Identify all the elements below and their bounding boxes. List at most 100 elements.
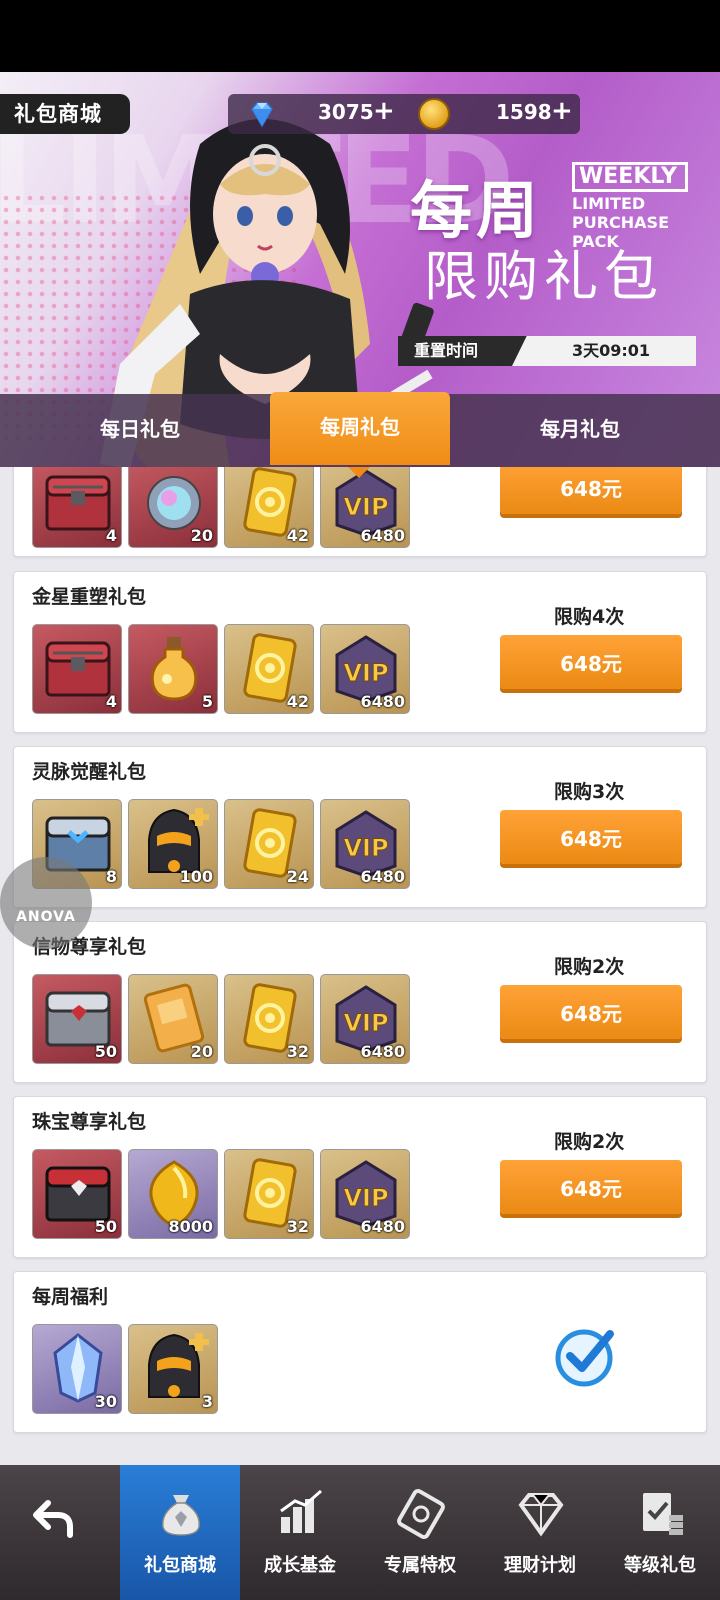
- reward-item[interactable]: 42: [224, 467, 314, 548]
- checklist-icon: [643, 1493, 683, 1535]
- item-quantity: 42: [286, 692, 309, 711]
- reward-item[interactable]: 50: [32, 974, 122, 1064]
- svg-text:VIP: VIP: [343, 834, 388, 862]
- bar-chart-icon: [280, 1489, 322, 1533]
- purchase-limit: 限购4次: [554, 606, 625, 628]
- add-gems-button[interactable]: +: [373, 96, 395, 126]
- buy-button[interactable]: 648元: [500, 635, 682, 689]
- item-quantity: 42: [286, 526, 309, 545]
- diamond-outline-icon: [518, 1493, 564, 1537]
- purchase-limit: 限购2次: [554, 1131, 625, 1153]
- item-quantity: 6480: [360, 1042, 405, 1061]
- reward-item[interactable]: 4: [32, 467, 122, 548]
- package-title: 珠宝尊享礼包: [32, 1111, 147, 1133]
- reward-item[interactable]: 3: [128, 1324, 218, 1414]
- reset-time-label: 重置时间: [398, 336, 528, 366]
- reward-item[interactable]: 30: [32, 1324, 122, 1414]
- package-card: 信物尊享礼包 限购2次 648元 50 20 32 VIP 6480: [13, 921, 707, 1083]
- reward-item[interactable]: 20: [128, 467, 218, 548]
- svg-text:VIP: VIP: [343, 1184, 388, 1212]
- period-tabs: 每日礼包 每周礼包 每月礼包: [0, 392, 720, 467]
- reward-item[interactable]: 100: [128, 799, 218, 889]
- package-card: 每周福利 30 3: [13, 1271, 707, 1433]
- reward-item[interactable]: VIP 6480: [320, 624, 410, 714]
- add-coins-button[interactable]: +: [551, 96, 573, 126]
- tab-weekly[interactable]: 每周礼包: [270, 392, 450, 465]
- item-quantity: 50: [94, 1042, 117, 1061]
- red-chest-icon: [45, 475, 111, 531]
- banner-subtitle: 限购礼包: [424, 245, 664, 308]
- package-card: 金星重塑礼包 限购4次 648元 4 5 42 VIP 6480: [13, 571, 707, 733]
- reset-time-value: 3天09:01: [512, 336, 696, 366]
- money-bag-icon: [162, 1495, 200, 1536]
- active-tab-pointer: [348, 467, 370, 478]
- back-button[interactable]: [0, 1465, 110, 1600]
- reward-item[interactable]: VIP 6480: [320, 467, 410, 548]
- item-quantity: 6480: [360, 1217, 405, 1236]
- buy-button[interactable]: 648元: [500, 467, 682, 514]
- reward-item[interactable]: 24: [224, 799, 314, 889]
- reward-item[interactable]: 20: [128, 974, 218, 1064]
- item-quantity: 24: [286, 867, 309, 886]
- nav-finance-plan[interactable]: 理财计划: [480, 1465, 600, 1600]
- bottom-nav: 礼包商城 成长基金 专属特权 理财计划 等级礼包: [0, 1465, 720, 1600]
- item-quantity: 6480: [360, 526, 405, 545]
- reward-item[interactable]: 42: [224, 624, 314, 714]
- diamond-icon: [251, 102, 273, 128]
- item-quantity: 20: [190, 1042, 213, 1061]
- item-quantity: 8: [105, 867, 117, 886]
- package-list[interactable]: 648元 4 20 42 VIP 6480 金星重塑礼包 限购4次 648元 4 5 42 VIP 648…: [0, 467, 720, 1465]
- page-title: 礼包商城: [0, 94, 130, 134]
- reward-item[interactable]: 32: [224, 974, 314, 1064]
- coin-count: 1598: [496, 100, 552, 124]
- tab-daily[interactable]: 每日礼包: [50, 394, 230, 467]
- nav-label: 成长基金: [264, 1555, 336, 1576]
- reward-item[interactable]: 32: [224, 1149, 314, 1239]
- reward-item[interactable]: 8000: [128, 1149, 218, 1239]
- item-quantity: 8000: [168, 1217, 213, 1236]
- watermark-text: ANOVA: [16, 909, 76, 925]
- item-quantity: 4: [105, 526, 117, 545]
- package-card: 珠宝尊享礼包限购2次 648元 50 8000 32 VIP 6480: [13, 1096, 707, 1258]
- purchase-limit: 限购3次: [554, 781, 625, 803]
- item-quantity: 3: [201, 1392, 213, 1411]
- gift-shop-screen: LIMITED 礼包商城 3075: [0, 0, 720, 1600]
- reward-item[interactable]: 5: [128, 624, 218, 714]
- item-quantity: 5: [201, 692, 213, 711]
- nav-label: 理财计划: [504, 1555, 576, 1576]
- purchase-limit: 限购2次: [554, 956, 625, 978]
- item-quantity: 30: [94, 1392, 117, 1411]
- nav-privileges[interactable]: 专属特权: [360, 1465, 480, 1600]
- item-quantity: 100: [179, 867, 213, 886]
- svg-text:VIP: VIP: [343, 659, 388, 687]
- reward-item[interactable]: VIP 6480: [320, 799, 410, 889]
- potion-icon: [150, 637, 198, 701]
- nav-gift-shop[interactable]: 礼包商城: [120, 1465, 240, 1600]
- red-chest-icon: [45, 641, 111, 697]
- buy-button[interactable]: 648元: [500, 1160, 682, 1214]
- reward-item[interactable]: VIP 6480: [320, 974, 410, 1064]
- nav-label: 等级礼包: [624, 1555, 696, 1576]
- nav-growth-fund[interactable]: 成长基金: [240, 1465, 360, 1600]
- reward-item[interactable]: 4: [32, 624, 122, 714]
- item-quantity: 32: [286, 1042, 309, 1061]
- buy-button[interactable]: 648元: [500, 985, 682, 1039]
- svg-text:VIP: VIP: [343, 493, 388, 521]
- svg-text:VIP: VIP: [343, 1009, 388, 1037]
- armor-icon: [148, 1333, 209, 1398]
- weekly-label: WEEKLY: [572, 162, 688, 192]
- coin-icon: [418, 98, 450, 130]
- package-title: 每周福利: [32, 1286, 109, 1308]
- reward-item[interactable]: 50: [32, 1149, 122, 1239]
- nav-level-gifts[interactable]: 等级礼包: [600, 1465, 720, 1600]
- claimed-check-icon: [555, 1329, 614, 1387]
- currency-bar: 3075 + 1598 +: [228, 94, 580, 134]
- item-quantity: 6480: [360, 867, 405, 886]
- buy-button[interactable]: 648元: [500, 810, 682, 864]
- card-icon: [397, 1489, 445, 1539]
- watermark-logo: ANOVA: [0, 857, 92, 949]
- tab-monthly[interactable]: 每月礼包: [490, 394, 670, 467]
- reward-item[interactable]: VIP 6480: [320, 1149, 410, 1239]
- item-quantity: 50: [94, 1217, 117, 1236]
- back-arrow-icon: [33, 1500, 73, 1538]
